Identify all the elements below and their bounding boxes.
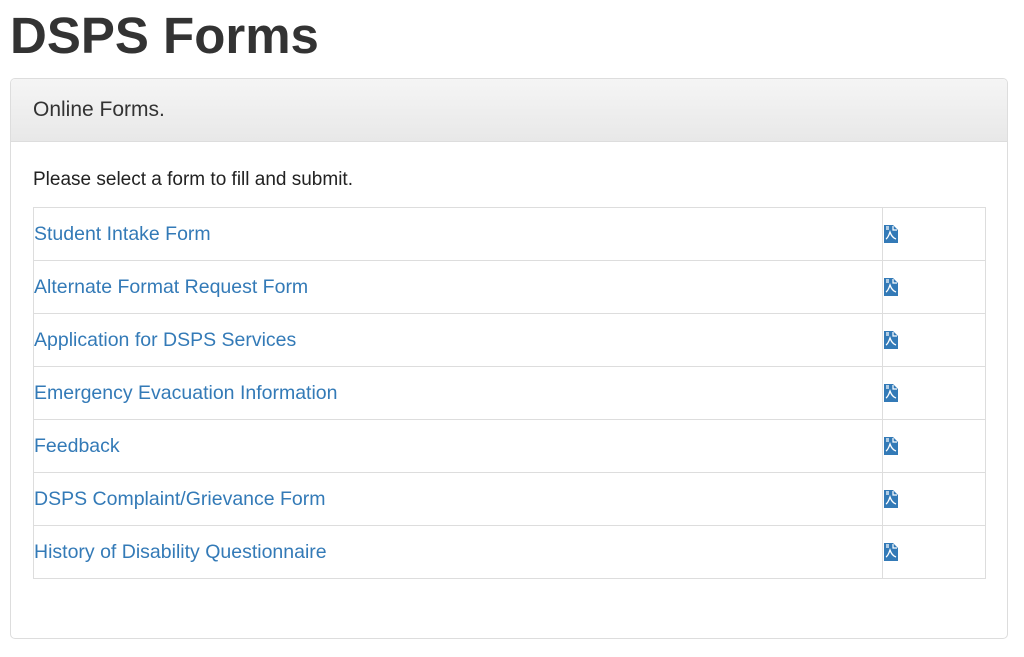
panel-body: Please select a form to fill and submit.… (11, 142, 1007, 579)
pdf-file-icon[interactable] (883, 489, 899, 509)
pdf-file-icon[interactable] (883, 436, 899, 456)
form-name-cell: Student Intake Form (32, 207, 884, 261)
table-row: History of Disability Questionnaire (32, 525, 986, 579)
panel-heading: Online Forms. (11, 79, 1007, 142)
form-name-cell: Emergency Evacuation Information (32, 366, 884, 420)
form-link-complaint-grievance[interactable]: DSPS Complaint/Grievance Form (34, 488, 326, 510)
form-name-cell: Application for DSPS Services (32, 313, 884, 367)
pdf-file-icon[interactable] (883, 383, 899, 403)
form-icon-cell (882, 207, 986, 261)
forms-panel: Online Forms. Please select a form to fi… (10, 78, 1008, 639)
table-row: Application for DSPS Services (32, 313, 986, 367)
form-link-emergency-evacuation[interactable]: Emergency Evacuation Information (34, 382, 338, 404)
form-icon-cell (882, 472, 986, 526)
table-row: Feedback (32, 419, 986, 473)
form-name-cell: Alternate Format Request Form (32, 260, 884, 314)
form-name-cell: History of Disability Questionnaire (32, 525, 884, 579)
intro-text: Please select a form to fill and submit. (33, 169, 353, 190)
form-name-cell: DSPS Complaint/Grievance Form (32, 472, 884, 526)
form-link-alternate-format[interactable]: Alternate Format Request Form (34, 276, 308, 298)
pdf-file-icon[interactable] (883, 330, 899, 350)
pdf-file-icon[interactable] (883, 224, 899, 244)
form-link-application-dsps[interactable]: Application for DSPS Services (34, 329, 296, 351)
form-link-student-intake[interactable]: Student Intake Form (34, 223, 211, 245)
page-title: DSPS Forms (10, 7, 319, 64)
form-link-history-disability[interactable]: History of Disability Questionnaire (34, 541, 327, 563)
form-link-feedback[interactable]: Feedback (34, 435, 120, 457)
form-icon-cell (882, 313, 986, 367)
pdf-file-icon[interactable] (883, 542, 899, 562)
form-icon-cell (882, 260, 986, 314)
forms-table: Student Intake Form Alternate Format Req… (32, 207, 986, 579)
form-icon-cell (882, 525, 986, 579)
form-icon-cell (882, 419, 986, 473)
panel-heading-text: Online Forms. (33, 98, 165, 121)
table-row: Emergency Evacuation Information (32, 366, 986, 420)
form-icon-cell (882, 366, 986, 420)
table-row: Student Intake Form (32, 207, 986, 261)
table-row: DSPS Complaint/Grievance Form (32, 472, 986, 526)
pdf-file-icon[interactable] (883, 277, 899, 297)
table-row: Alternate Format Request Form (32, 260, 986, 314)
form-name-cell: Feedback (32, 419, 884, 473)
